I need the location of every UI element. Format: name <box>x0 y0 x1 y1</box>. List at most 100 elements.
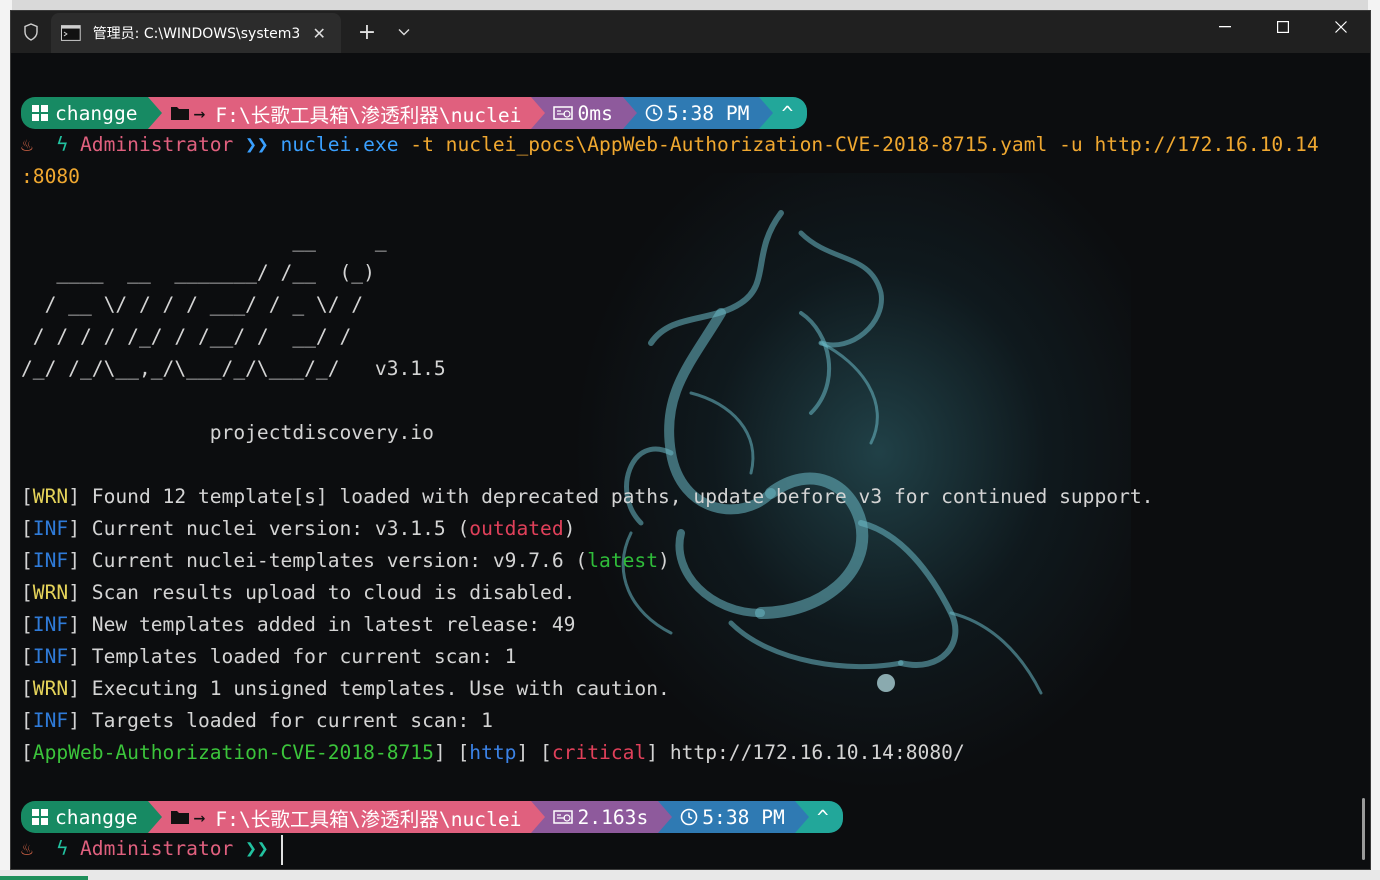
log-text: Targets loaded for current scan: 1 <box>91 709 493 732</box>
log-line: [WRN] Executing 1 unsigned templates. Us… <box>21 677 670 700</box>
prompt-path-segment: → F:\长歌工具箱\渗透利器\nuclei <box>161 801 532 833</box>
prompt-user-segment: changge <box>21 801 148 833</box>
log-highlight: latest <box>587 549 659 572</box>
text-cursor <box>280 834 283 865</box>
terminal-output[interactable]: changge → F:\长歌工具箱\渗透利器\nuclei 0ms 5:38 … <box>11 53 1370 869</box>
prompt-exec-segment: 0ms <box>545 97 623 129</box>
banner-line-3: / __ \/ / / / ___/ / _ \/ / <box>21 293 364 316</box>
log-tag: INF <box>32 709 69 732</box>
prompt-path: F:\长歌工具箱\渗透利器\nuclei <box>215 103 522 127</box>
terminal-window: 管理员: C:\WINDOWS\system32 ✕ + changge → F… <box>10 10 1371 870</box>
log-tag: INF <box>32 613 69 636</box>
log-tag: WRN <box>32 677 69 700</box>
command-args-continued: :8080 <box>21 165 80 188</box>
dragon-wallpaper <box>621 210 1043 695</box>
prompt-user-segment: changge <box>21 97 148 129</box>
cmd-icon <box>61 25 81 41</box>
command-admin: Administrator <box>79 133 234 156</box>
prompt-clock: 5:38 PM <box>666 101 750 125</box>
input-chevrons: ❯❯ <box>245 837 269 860</box>
log-text: Current nuclei version: v3.1.5 ( <box>91 517 470 540</box>
prompt-bar-1: changge → F:\长歌工具箱\渗透利器\nuclei 0ms 5:38 … <box>21 97 808 129</box>
banner-site: projectdiscovery.io <box>21 421 434 444</box>
log-text: Scan results upload to cloud is disabled… <box>91 581 576 604</box>
tab-title: 管理员: C:\WINDOWS\system32 <box>92 26 300 42</box>
lightning-icon: ϟ <box>56 133 69 156</box>
log-text: Templates loaded for current scan: 1 <box>91 645 517 668</box>
command-line: ♨ ϟ Administrator ❯❯ nuclei.exe -t nucle… <box>21 129 1319 161</box>
command-exe: nuclei.exe <box>280 133 399 156</box>
minimize-button[interactable] <box>1196 11 1254 43</box>
scrollbar-thumb[interactable] <box>1362 798 1365 860</box>
prompt-clock-segment: 5:38 PM <box>672 801 795 833</box>
log-tag: INF <box>32 517 69 540</box>
prompt-exec-time: 2.163s <box>577 805 649 829</box>
lightning-icon: ϟ <box>56 837 69 860</box>
background-taskbar-strip <box>0 870 1380 880</box>
log-tag: WRN <box>32 485 69 508</box>
folder-icon <box>170 811 189 824</box>
log-tag: WRN <box>32 581 69 604</box>
close-button[interactable] <box>1312 11 1370 43</box>
title-bar[interactable]: 管理员: C:\WINDOWS\system32 ✕ + <box>11 11 1370 53</box>
chevron-down-icon[interactable] <box>387 12 421 52</box>
windows-icon <box>32 105 48 121</box>
result-url: http://172.16.10.14:8080/ <box>669 741 965 764</box>
prompt-user: changge <box>55 101 138 125</box>
stopwatch-icon <box>553 106 574 120</box>
prompt-git-segment: ^ <box>808 801 843 833</box>
log-line: [WRN] Scan results upload to cloud is di… <box>21 581 576 604</box>
log-text: New templates added in latest release: 4… <box>91 613 576 636</box>
command-chevrons: ❯❯ <box>245 133 269 156</box>
prompt-bar-2: changge → F:\长歌工具箱\渗透利器\nuclei 2.163s 5:… <box>21 801 843 833</box>
log-highlight: outdated <box>469 517 564 540</box>
terminal-tab[interactable]: 管理员: C:\WINDOWS\system32 ✕ <box>51 13 341 53</box>
new-tab-button[interactable]: + <box>347 12 387 52</box>
prompt-user: changge <box>55 805 138 829</box>
prompt-clock: 5:38 PM <box>702 805 785 829</box>
log-line: [WRN] Found 12 template[s] loaded with d… <box>21 485 1154 508</box>
command-args: -t nuclei_pocs\AppWeb-Authorization-CVE-… <box>398 133 1319 156</box>
git-icon: ^ <box>816 805 829 829</box>
maximize-button[interactable] <box>1254 11 1312 43</box>
prompt-exec-time: 0ms <box>577 101 613 125</box>
log-suffix: ) <box>658 549 670 572</box>
log-text: Executing 1 unsigned templates. Use with… <box>91 677 670 700</box>
scan-result-line: [AppWeb-Authorization-CVE-2018-8715] [ht… <box>21 741 965 764</box>
banner-line-4: / / / / /_/ / /__/ / __/ / <box>21 325 352 348</box>
clock-icon <box>680 808 698 826</box>
log-line: [INF] Templates loaded for current scan:… <box>21 645 517 668</box>
background-accent-strip <box>0 876 88 880</box>
result-protocol: http <box>469 741 517 764</box>
prompt-exec-segment: 2.163s <box>545 801 659 833</box>
prompt-clock-segment: 5:38 PM <box>636 97 760 129</box>
window-controls <box>1196 11 1370 43</box>
prompt-path: F:\长歌工具箱\渗透利器\nuclei <box>215 807 522 831</box>
log-text: Found 12 template[s] loaded with depreca… <box>91 485 1154 508</box>
input-admin: Administrator <box>79 837 234 860</box>
flame-icon: ♨ <box>21 837 33 860</box>
log-tag: INF <box>32 549 69 572</box>
log-line: [INF] Current nuclei version: v3.1.5 (ou… <box>21 517 576 540</box>
banner-line-1: __ _ <box>21 229 387 252</box>
prompt-path-segment: → F:\长歌工具箱\渗透利器\nuclei <box>161 97 532 129</box>
log-suffix: ) <box>563 517 576 540</box>
input-line[interactable]: ♨ ϟ Administrator ❯❯ <box>21 833 283 865</box>
folder-icon <box>170 107 189 120</box>
banner-line-2: ____ __ _______/ /__ (_) <box>21 261 375 284</box>
shield-icon <box>11 11 51 53</box>
prompt-git-segment: ^ <box>773 97 808 129</box>
banner-line-5: /_/ /_/\__,_/\___/_/\___/_/ v3.1.5 <box>21 357 446 380</box>
log-line: [INF] New templates added in latest rele… <box>21 613 576 636</box>
stopwatch-icon <box>553 810 574 824</box>
git-icon: ^ <box>781 101 794 125</box>
log-line: [INF] Current nuclei-templates version: … <box>21 549 670 572</box>
log-text: Current nuclei-templates version: v9.7.6… <box>91 549 588 572</box>
arrow-right-icon: → <box>193 805 206 829</box>
tab-close-icon[interactable]: ✕ <box>307 21 331 45</box>
flame-icon: ♨ <box>21 133 33 156</box>
log-tag: INF <box>32 645 69 668</box>
log-line: [INF] Targets loaded for current scan: 1 <box>21 709 493 732</box>
clock-icon <box>645 104 663 122</box>
result-template: AppWeb-Authorization-CVE-2018-8715 <box>32 741 434 764</box>
